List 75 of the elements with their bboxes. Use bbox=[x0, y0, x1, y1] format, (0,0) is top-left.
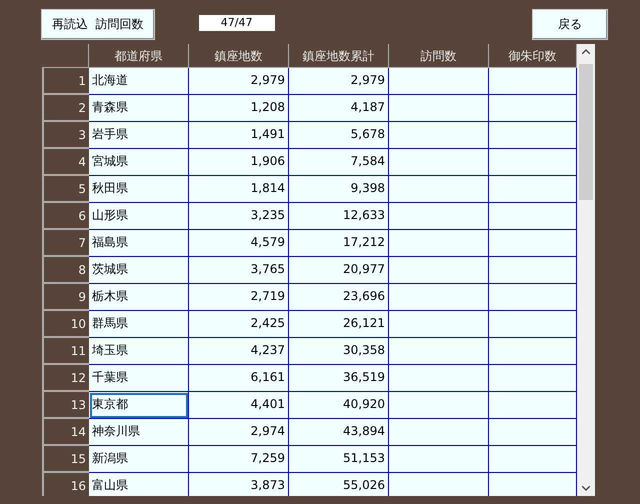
table-cell: 20,977 bbox=[289, 257, 389, 284]
table-cell: 4,187 bbox=[289, 95, 389, 122]
row-number: 1 bbox=[42, 68, 89, 95]
row-number: 15 bbox=[42, 446, 89, 473]
row-number: 11 bbox=[42, 338, 89, 365]
table-cell: 2,719 bbox=[189, 284, 289, 311]
table-cell: 26,121 bbox=[289, 311, 389, 338]
prefecture-cell[interactable]: 埼玉県 bbox=[89, 338, 189, 365]
table-cell: 51,153 bbox=[289, 446, 389, 473]
prefecture-cell[interactable]: 北海道 bbox=[89, 68, 189, 95]
prefecture-cell[interactable]: 秋田県 bbox=[89, 176, 189, 203]
prefecture-cell[interactable]: 新潟県 bbox=[89, 446, 189, 473]
table-cell: 4,401 bbox=[189, 392, 289, 419]
prefecture-cell[interactable]: 山形県 bbox=[89, 203, 189, 230]
column-header[interactable]: 鎮座地数 bbox=[189, 44, 289, 68]
table-cell: 1,208 bbox=[189, 95, 289, 122]
scroll-up-icon[interactable] bbox=[582, 49, 590, 54]
row-number: 4 bbox=[42, 149, 89, 176]
table-cell: 1,814 bbox=[189, 176, 289, 203]
table-cell: 3,873 bbox=[189, 473, 289, 496]
scrollbar[interactable] bbox=[577, 44, 595, 496]
row-number: 2 bbox=[42, 95, 89, 122]
table-cell: 2,974 bbox=[189, 419, 289, 446]
table-cell: 5,678 bbox=[289, 122, 389, 149]
table-cell: 4,579 bbox=[189, 230, 289, 257]
table-cell: 4,237 bbox=[189, 338, 289, 365]
prefecture-cell[interactable]: 福島県 bbox=[89, 230, 189, 257]
table-cell: 2,979 bbox=[189, 68, 289, 95]
prefecture-cell[interactable]: 岩手県 bbox=[89, 122, 189, 149]
row-number: 12 bbox=[42, 365, 89, 392]
row-number: 13 bbox=[42, 392, 89, 419]
row-number: 3 bbox=[42, 122, 89, 149]
prefecture-cell[interactable]: 富山県 bbox=[89, 473, 189, 496]
table-cell: 3,765 bbox=[189, 257, 289, 284]
table-cell: 6,161 bbox=[189, 365, 289, 392]
prefecture-cell[interactable]: 神奈川県 bbox=[89, 419, 189, 446]
table-cell: 36,519 bbox=[289, 365, 389, 392]
column-header[interactable]: 訪問数 bbox=[389, 44, 489, 68]
table-cell: 2,979 bbox=[289, 68, 389, 95]
table-cell: 9,398 bbox=[289, 176, 389, 203]
column-header[interactable]: 都道府県 bbox=[89, 44, 189, 68]
table-cell: 43,894 bbox=[289, 419, 389, 446]
back-button[interactable]: 戻る bbox=[532, 8, 608, 40]
table-cell: 2,425 bbox=[189, 311, 289, 338]
column-header[interactable]: 鎮座地数累計 bbox=[289, 44, 389, 68]
row-number: 7 bbox=[42, 230, 89, 257]
table-cell: 23,696 bbox=[289, 284, 389, 311]
table-cell: 1,906 bbox=[189, 149, 289, 176]
table-cell: 7,259 bbox=[189, 446, 289, 473]
table-cell: 3,235 bbox=[189, 203, 289, 230]
reload-button[interactable]: 再読込 訪問回数 bbox=[41, 8, 155, 40]
table-cell: 55,026 bbox=[289, 473, 389, 496]
table-cell: 12,633 bbox=[289, 203, 389, 230]
column-header[interactable]: 御朱印数 bbox=[489, 44, 577, 68]
prefecture-cell[interactable]: 千葉県 bbox=[89, 365, 189, 392]
record-counter: 47/47 bbox=[198, 15, 275, 31]
table-cell: 17,212 bbox=[289, 230, 389, 257]
prefecture-cell[interactable]: 宮城県 bbox=[89, 149, 189, 176]
table-cell: 7,584 bbox=[289, 149, 389, 176]
scroll-down-icon[interactable] bbox=[582, 486, 590, 491]
row-number: 8 bbox=[42, 257, 89, 284]
row-number: 10 bbox=[42, 311, 89, 338]
table-cell: 1,491 bbox=[189, 122, 289, 149]
prefecture-cell[interactable]: 群馬県 bbox=[89, 311, 189, 338]
row-number: 5 bbox=[42, 176, 89, 203]
prefecture-cell[interactable]: 茨城県 bbox=[89, 257, 189, 284]
row-number: 6 bbox=[42, 203, 89, 230]
scroll-thumb[interactable] bbox=[579, 64, 593, 200]
row-number: 9 bbox=[42, 284, 89, 311]
row-number: 14 bbox=[42, 419, 89, 446]
prefecture-cell[interactable]: 青森県 bbox=[89, 95, 189, 122]
table-cell: 30,358 bbox=[289, 338, 389, 365]
prefecture-cell[interactable]: 東京都 bbox=[89, 392, 189, 419]
prefecture-cell[interactable]: 栃木県 bbox=[89, 284, 189, 311]
table-cell: 40,920 bbox=[289, 392, 389, 419]
